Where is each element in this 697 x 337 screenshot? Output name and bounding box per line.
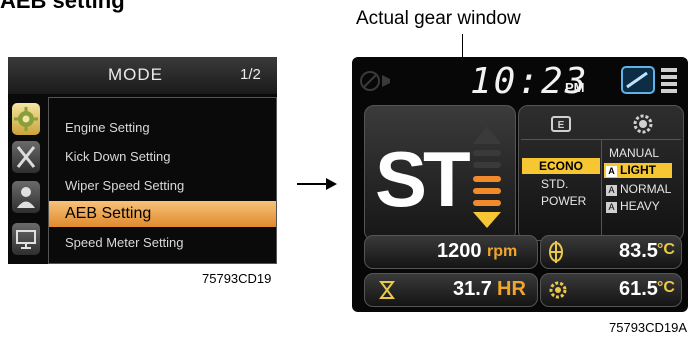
hour-meter-unit: HR: [497, 278, 526, 300]
hour-meter-panel: 31.7 HR: [364, 273, 538, 307]
figure-label-left: 75793CD19: [202, 271, 272, 286]
section-title: AEB setting: [0, 0, 125, 13]
gear-display: ST: [375, 135, 471, 223]
mode-menu-screen: MODE 1/2 Engine Setting Kick Down Settin…: [8, 57, 277, 264]
menu-item-engine-setting[interactable]: Engine Setting: [65, 120, 150, 135]
gear-window-callout: Actual gear window: [356, 8, 521, 29]
panel-divider: [601, 140, 602, 236]
hour-meter-value: 31.7: [453, 278, 492, 300]
transmission-mode-manual: MANUAL: [609, 146, 660, 160]
transmission-icon: [633, 114, 653, 134]
transmission-mode-normal-label: NORMAL: [620, 182, 672, 196]
engine-icon: E: [551, 116, 571, 132]
lamp-off-icon: [360, 71, 390, 91]
gear-shift-indicator-icon: [473, 126, 501, 228]
temp-2-value: 61.5: [619, 278, 658, 300]
menu-item-label: AEB Setting: [65, 205, 152, 222]
engine-speed-unit: rpm: [487, 243, 518, 260]
temp-2-panel: 61.5 °C: [540, 273, 682, 307]
transmission-mode-normal: A NORMAL: [606, 182, 671, 196]
display-settings-icon[interactable]: [620, 65, 656, 95]
menu-item-speed-meter-setting[interactable]: Speed Meter Setting: [65, 235, 184, 250]
hourglass-icon: [379, 281, 395, 299]
temp-1-unit: °C: [657, 241, 675, 258]
coolant-temp-icon: [549, 241, 563, 263]
menu-item-kick-down-setting[interactable]: Kick Down Setting: [65, 149, 171, 164]
gear-icon[interactable]: [12, 103, 40, 135]
user-icon[interactable]: [12, 181, 40, 213]
panel-divider: [521, 139, 681, 140]
figure-label-right: 75793CD19A: [609, 320, 688, 335]
actual-gear-window: ST: [364, 105, 516, 241]
transmission-temp-icon: [549, 281, 567, 299]
page-indicator: 1/2: [240, 66, 261, 83]
transmission-mode-light: A LIGHT: [604, 163, 672, 178]
power-mode-std: STD.: [541, 177, 569, 191]
temp-1-value: 83.5: [619, 240, 658, 262]
menu-item-wiper-speed-setting[interactable]: Wiper Speed Setting: [65, 178, 184, 193]
menu-icon[interactable]: [659, 65, 679, 95]
monitor-icon[interactable]: [12, 223, 40, 255]
power-mode-econo: ECONO: [522, 158, 600, 174]
temp-1-panel: 83.5 °C: [540, 235, 682, 269]
menu-item-aeb-setting[interactable]: AEB Setting: [49, 201, 276, 227]
transmission-mode-heavy-label: HEAVY: [620, 199, 660, 213]
clock-ampm: PM: [565, 80, 585, 95]
status-top-bar: 10:23 PM: [352, 57, 688, 103]
engine-speed-value: 1200: [437, 240, 482, 262]
engine-speed-panel: 1200 rpm: [364, 235, 538, 269]
mode-status-panel: E ECONO STD. POWER MANUAL A LIGHT A NORMAL…: [518, 105, 684, 241]
arrow-line: [297, 183, 327, 185]
mode-header-bar: MODE 1/2: [8, 57, 277, 94]
side-icon-bar: [8, 95, 44, 264]
transmission-mode-heavy: A HEAVY: [606, 199, 660, 213]
mode-title: MODE: [108, 65, 163, 84]
svg-text:E: E: [558, 120, 565, 131]
wrench-icon[interactable]: [12, 141, 40, 173]
power-mode-power: POWER: [541, 194, 587, 208]
gauge-screen: 10:23 PM ST E ECONO STD. POWER MANUAL A …: [352, 57, 688, 312]
transmission-mode-light-label: LIGHT: [620, 163, 656, 177]
arrow-right-icon: [326, 178, 337, 190]
temp-2-unit: °C: [657, 279, 675, 296]
menu-list: Engine Setting Kick Down Setting Wiper S…: [48, 97, 277, 264]
